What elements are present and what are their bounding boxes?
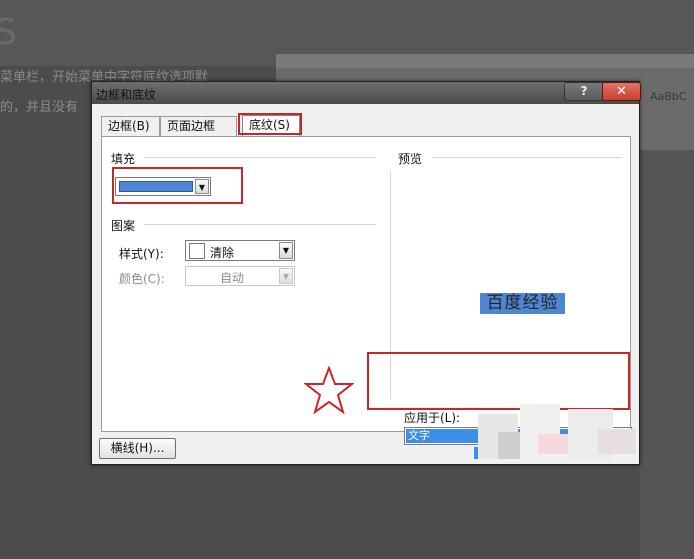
tab-borders[interactable]: 边框(B) — [101, 116, 160, 136]
document-heading-fragment: S — [0, 12, 17, 53]
horizontal-line-button[interactable]: 横线(H)... — [99, 438, 176, 459]
preview-sample-text: 百度经验 — [480, 293, 565, 314]
annotation-box-apply-to — [367, 352, 630, 410]
star-annotation-icon — [304, 366, 354, 415]
pattern-style-value: 清除 — [210, 246, 235, 260]
document-text-line: 的，并且没有 — [0, 100, 79, 115]
fill-separator — [144, 157, 376, 158]
preview-separator — [432, 157, 622, 158]
blurred-region — [478, 404, 636, 459]
ribbon-style-preview: AaBbC — [650, 90, 687, 103]
color-label: 颜色(C): — [119, 272, 165, 286]
pattern-color-dropdown: 自动 ▼ — [185, 266, 295, 286]
chevron-down-icon: ▼ — [279, 268, 293, 284]
preview-label: 预览 — [398, 152, 423, 166]
pattern-style-dropdown[interactable]: 清除 ▼ — [185, 240, 295, 261]
help-button[interactable]: ? — [564, 82, 604, 101]
pattern-separator — [144, 224, 376, 225]
close-button[interactable]: ✕ — [602, 82, 641, 101]
pattern-swatch — [189, 243, 205, 259]
dialog-titlebar[interactable]: 边框和底纹 ? ✕ — [92, 82, 641, 104]
style-label: 样式(Y): — [119, 247, 164, 261]
annotation-box-fill — [112, 167, 243, 204]
chevron-down-icon[interactable]: ▼ — [279, 242, 293, 259]
tab-page-border[interactable]: 页面边框(P) — [160, 116, 237, 152]
pattern-color-value: 自动 — [219, 271, 244, 285]
annotation-box-shading-tab — [238, 113, 302, 135]
fill-label: 填充 — [111, 152, 136, 166]
pattern-label: 图案 — [111, 219, 136, 233]
ribbon-tabs — [276, 54, 694, 68]
apply-to-label: 应用于(L): — [404, 411, 461, 425]
document-background-right — [640, 150, 694, 559]
dialog-title: 边框和底纹 — [96, 88, 157, 102]
